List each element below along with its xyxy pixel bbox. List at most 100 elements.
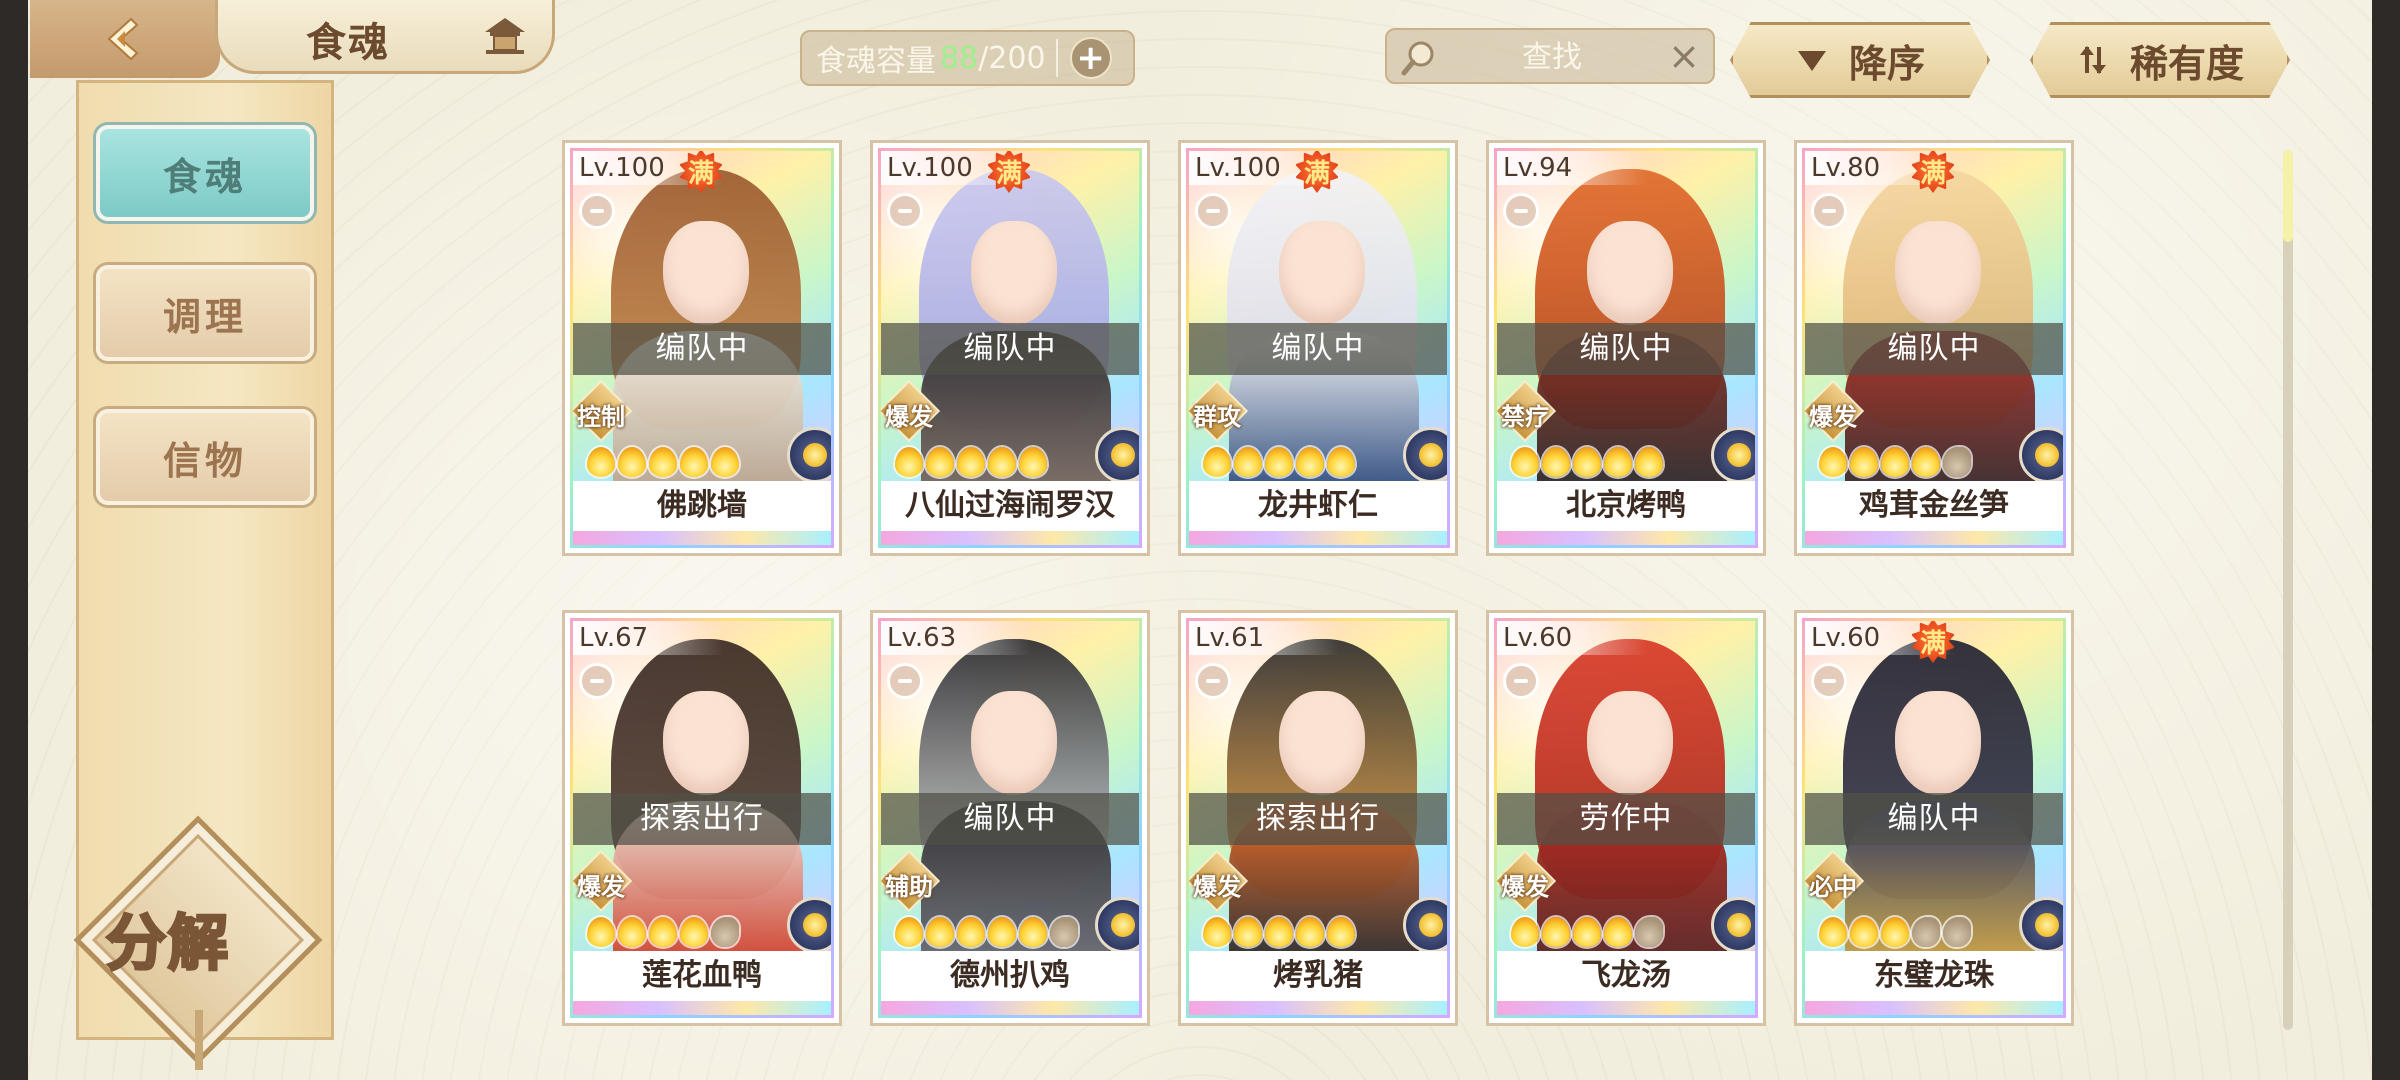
flame-icon	[988, 447, 1016, 477]
sort-order-label: 降序	[1848, 41, 1925, 86]
food-soul-name: 烤乳猪	[1189, 951, 1447, 1001]
lock-toggle-icon[interactable]	[1503, 663, 1539, 699]
flame-icon	[1019, 917, 1047, 947]
flame-icon	[587, 917, 615, 947]
food-soul-card[interactable]: Lv.80 满编队中 爆发 鸡茸金丝笋	[1794, 140, 2074, 556]
flame-icon	[1511, 447, 1539, 477]
sort-field-button[interactable]: 稀有度	[2030, 22, 2290, 98]
food-soul-card[interactable]: Lv.100 满编队中 爆发 八仙过海闹罗汉	[870, 140, 1150, 556]
status-label: 劳作中	[1497, 793, 1755, 845]
lock-toggle-icon[interactable]	[1195, 193, 1231, 229]
role-label: 群攻	[1193, 403, 1241, 431]
clear-search-icon[interactable]: ×	[1667, 37, 1701, 75]
scrollbar[interactable]	[2283, 150, 2293, 1030]
role-badge: 爆发	[573, 849, 633, 917]
expand-capacity-button[interactable]: +	[1069, 37, 1112, 79]
flame-icon	[680, 447, 708, 477]
capacity-label: 食魂容量	[816, 44, 936, 79]
attribute-icon	[1403, 427, 1447, 483]
status-label: 探索出行	[1189, 793, 1447, 845]
flame-icon	[1881, 917, 1909, 947]
sidebar-item-conditioning[interactable]: 调理	[96, 265, 314, 361]
flame-icon	[618, 917, 646, 947]
flame-icon	[926, 917, 954, 947]
rarity-flames	[895, 447, 1047, 481]
card-rarity-glow	[1189, 531, 1447, 545]
character-face	[663, 691, 749, 795]
search-input[interactable]	[1447, 38, 1657, 76]
card-frame: Lv.94 编队中 禁疗 北京烤鸭	[1494, 148, 1758, 548]
level-label: Lv.94	[1497, 151, 1647, 185]
flame-icon	[1881, 447, 1909, 477]
pavilion-icon[interactable]	[480, 14, 530, 58]
flame-icon	[618, 447, 646, 477]
role-label: 禁疗	[1501, 403, 1549, 431]
role-badge: 爆发	[1497, 849, 1557, 917]
flame-icon	[895, 917, 923, 947]
triangle-down-icon	[1797, 51, 1826, 71]
back-button[interactable]	[30, 0, 220, 78]
food-soul-card[interactable]: Lv.60 劳作中 爆发 飞龙汤	[1486, 610, 1766, 1026]
status-label: 编队中	[573, 323, 831, 375]
food-soul-card[interactable]: Lv.100 满编队中 控制 佛跳墙	[562, 140, 842, 556]
lock-toggle-icon[interactable]	[579, 193, 615, 229]
lock-toggle-icon[interactable]	[1811, 193, 1847, 229]
level-label: Lv.63	[881, 621, 1031, 655]
right-edge	[2372, 0, 2400, 1080]
card-frame: Lv.67 探索出行 爆发 莲花血鸭	[570, 618, 834, 1018]
rarity-flames	[1203, 917, 1355, 951]
food-soul-name: 鸡茸金丝笋	[1805, 481, 2063, 531]
flame-icon	[1635, 447, 1663, 477]
flame-icon	[1234, 917, 1262, 947]
card-rarity-glow	[881, 531, 1139, 545]
role-badge: 辅助	[881, 849, 941, 917]
role-badge: 群攻	[1189, 379, 1249, 447]
sort-order-button[interactable]: 降序	[1730, 22, 1990, 98]
character-face	[1587, 691, 1673, 795]
level-label: Lv.61	[1189, 621, 1339, 655]
card-rarity-glow	[573, 531, 831, 545]
food-soul-card[interactable]: Lv.100 满编队中 群攻 龙井虾仁	[1178, 140, 1458, 556]
character-face	[1587, 221, 1673, 325]
title-tab: 食魂	[215, 0, 555, 74]
lock-toggle-icon[interactable]	[1503, 193, 1539, 229]
attribute-icon	[2019, 427, 2063, 483]
food-soul-card[interactable]: Lv.67 探索出行 爆发 莲花血鸭	[562, 610, 842, 1026]
character-face	[1279, 221, 1365, 325]
lock-toggle-icon[interactable]	[1811, 663, 1847, 699]
role-badge: 必中	[1805, 849, 1865, 917]
level-label: Lv.67	[573, 621, 723, 655]
rarity-flames	[1203, 447, 1355, 481]
lock-toggle-icon[interactable]	[887, 663, 923, 699]
sidebar-item-food-souls[interactable]: 食魂	[96, 125, 314, 221]
card-rarity-glow	[573, 1001, 831, 1015]
flame-icon	[1819, 917, 1847, 947]
food-soul-name: 德州扒鸡	[881, 951, 1139, 1001]
flame-icon	[1203, 447, 1231, 477]
role-badge: 爆发	[881, 379, 941, 447]
food-soul-card[interactable]: Lv.94 编队中 禁疗 北京烤鸭	[1486, 140, 1766, 556]
capacity-display: 食魂容量 88 /200 +	[800, 30, 1135, 86]
lock-toggle-icon[interactable]	[887, 193, 923, 229]
lock-toggle-icon[interactable]	[579, 663, 615, 699]
attribute-icon	[1403, 897, 1447, 953]
scrollbar-thumb[interactable]	[2283, 150, 2293, 242]
food-soul-card[interactable]: Lv.63 编队中 辅助 德州扒鸡	[870, 610, 1150, 1026]
page-title: 食魂	[306, 20, 390, 66]
lock-toggle-icon[interactable]	[1195, 663, 1231, 699]
rarity-flames	[587, 917, 739, 951]
flame-icon	[649, 917, 677, 947]
sidebar-item-tokens[interactable]: 信物	[96, 409, 314, 505]
attribute-icon	[2019, 897, 2063, 953]
food-soul-name: 莲花血鸭	[573, 951, 831, 1001]
food-soul-card[interactable]: Lv.60 满编队中 必中 东璧龙珠	[1794, 610, 2074, 1026]
left-edge	[0, 0, 28, 1080]
role-label: 辅助	[885, 873, 933, 901]
role-badge: 爆发	[1189, 849, 1249, 917]
decompose-tassel	[195, 1010, 203, 1070]
flame-icon	[1203, 917, 1231, 947]
sort-arrows-icon	[2079, 46, 2106, 74]
capacity-current: 88	[940, 40, 979, 76]
card-rarity-glow	[1497, 531, 1755, 545]
food-soul-card[interactable]: Lv.61 探索出行 爆发烤乳猪	[1178, 610, 1458, 1026]
